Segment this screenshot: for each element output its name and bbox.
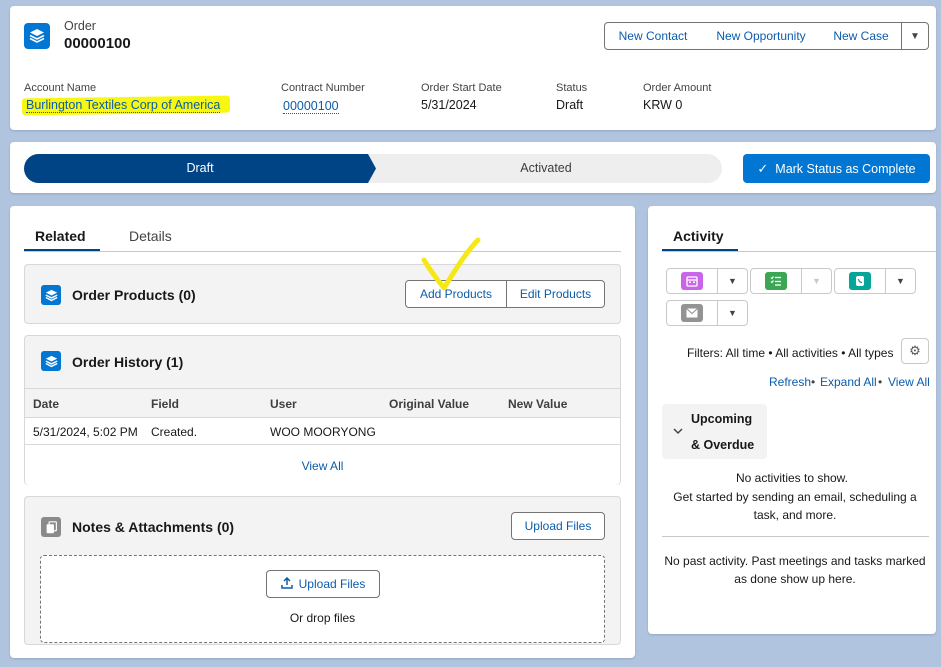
drop-zone-upload-button[interactable]: Upload Files <box>266 570 380 598</box>
separator-dot-1: • <box>811 375 816 389</box>
expand-all-link[interactable]: Expand All <box>820 375 877 389</box>
new-task-button[interactable] <box>750 268 802 294</box>
col-date: Date <box>33 397 60 411</box>
chevron-down-icon <box>673 424 683 438</box>
refresh-link[interactable]: Refresh <box>769 375 811 389</box>
separator-dot-2: • <box>878 375 883 389</box>
order-amount: KRW 0 <box>643 98 683 112</box>
history-row-divider <box>25 444 620 445</box>
tab-details[interactable]: Details <box>129 228 172 244</box>
field-label-status: Status <box>556 82 588 94</box>
history-table: Date Field User Original Value New Value… <box>25 388 620 485</box>
contract-number-link[interactable]: 00000100 <box>283 99 339 114</box>
mark-status-label: Mark Status as Complete <box>775 161 916 176</box>
notes-attachments-title: Notes & Attachments (0) <box>72 519 235 535</box>
activity-card: Activity ▼ ▼ ▼ ▼ Filters: All time • All… <box>648 206 936 634</box>
path-card: Draft Activated ✓ Mark Status as Complet… <box>10 142 936 193</box>
history-view-all-link[interactable]: View All <box>25 459 620 473</box>
file-drop-zone[interactable]: Upload Files Or drop files <box>40 555 605 643</box>
log-call-dropdown[interactable]: ▼ <box>886 268 916 294</box>
field-label-amount: Order Amount <box>643 82 712 94</box>
tab-divider <box>24 251 621 252</box>
tab-activity[interactable]: Activity <box>673 228 724 244</box>
col-user: User <box>270 397 297 411</box>
path-step-draft[interactable]: Draft <box>24 154 376 183</box>
checkmark-icon: ✓ <box>757 160 769 176</box>
send-email-button[interactable] <box>666 300 718 326</box>
mark-status-complete-button[interactable]: ✓ Mark Status as Complete <box>743 154 930 183</box>
no-past-activity-text: No past activity. Past meetings and task… <box>664 554 926 586</box>
upload-files-button[interactable]: Upload Files <box>511 512 605 540</box>
object-label: Order <box>64 19 96 33</box>
order-start-date: 5/31/2024 <box>421 98 477 112</box>
no-activities-text: No activities to show. <box>735 471 849 485</box>
gear-icon: ⚙ <box>909 343 921 358</box>
upload-icon <box>280 576 293 592</box>
edit-products-button[interactable]: Edit Products <box>506 280 605 308</box>
chevron-down-icon: ▼ <box>910 30 920 42</box>
record-number: 00000100 <box>64 35 131 52</box>
get-started-text: Get started by sending an email, schedul… <box>673 490 917 522</box>
history-row-date: 5/31/2024, 5:02 PM <box>33 425 138 439</box>
activity-settings-button[interactable]: ⚙ <box>901 338 929 364</box>
checkmark-annotation <box>421 237 481 291</box>
email-icon <box>681 304 703 322</box>
new-task-dropdown[interactable]: ▼ <box>802 268 832 294</box>
order-history-title: Order History (1) <box>72 354 184 370</box>
phone-icon <box>849 272 871 290</box>
record-header: Order 00000100 New Contact New Opportuni… <box>10 6 936 130</box>
upcoming-overdue-toggle[interactable]: Upcoming & Overdue <box>662 404 767 459</box>
history-row-user-link[interactable]: WOO MOORYONG <box>270 425 376 439</box>
calendar-icon <box>681 272 703 290</box>
col-original-value: Original Value <box>389 397 470 411</box>
chevron-down-icon: ▼ <box>812 276 821 286</box>
view-all-link[interactable]: View All <box>888 375 930 389</box>
account-name-link[interactable]: Burlington Textiles Corp of America <box>26 98 221 113</box>
history-row-field: Created. <box>151 425 198 439</box>
new-event-button[interactable] <box>666 268 718 294</box>
notes-attachments-section: Notes & Attachments (0) Upload Files Upl… <box>24 496 621 645</box>
path-step-activated[interactable]: Activated <box>376 154 716 183</box>
activity-tab-divider <box>662 251 936 252</box>
field-label-start-date: Order Start Date <box>421 82 502 94</box>
upcoming-label-line2: & Overdue <box>691 438 755 452</box>
drop-files-text: Or drop files <box>289 611 356 625</box>
new-event-dropdown[interactable]: ▼ <box>718 268 748 294</box>
send-email-dropdown[interactable]: ▼ <box>718 300 748 326</box>
chevron-down-icon: ▼ <box>896 276 905 286</box>
field-label-account: Account Name <box>24 82 97 94</box>
more-actions-dropdown[interactable]: ▼ <box>901 22 929 50</box>
notes-attachments-icon <box>41 517 61 537</box>
chevron-down-icon: ▼ <box>728 308 737 318</box>
new-contact-button[interactable]: New Contact <box>604 22 702 50</box>
col-field: Field <box>151 397 180 411</box>
task-icon <box>765 272 787 290</box>
new-case-button[interactable]: New Case <box>821 22 902 50</box>
upcoming-label-line1: Upcoming <box>691 412 753 426</box>
new-opportunity-button[interactable]: New Opportunity <box>701 22 822 50</box>
field-label-contract: Contract Number <box>281 82 365 94</box>
related-card: Related Details Order Products (0) Add P… <box>10 206 635 658</box>
order-products-title: Order Products (0) <box>72 287 196 303</box>
tab-related[interactable]: Related <box>35 228 86 244</box>
order-products-section: Order Products (0) Add Products Edit Pro… <box>24 264 621 324</box>
order-products-icon <box>41 285 61 305</box>
activity-filters-text: Filters: All time • All activities • All… <box>687 346 894 360</box>
order-object-icon <box>24 23 50 49</box>
order-history-icon <box>41 351 61 371</box>
chevron-down-icon: ▼ <box>728 276 737 286</box>
col-new-value: New Value <box>508 397 568 411</box>
order-history-section: Order History (1) Date Field User Origin… <box>24 335 621 485</box>
activity-divider <box>662 536 929 537</box>
drop-zone-upload-label: Upload Files <box>298 577 366 591</box>
order-status: Draft <box>556 98 584 112</box>
log-call-button[interactable] <box>834 268 886 294</box>
